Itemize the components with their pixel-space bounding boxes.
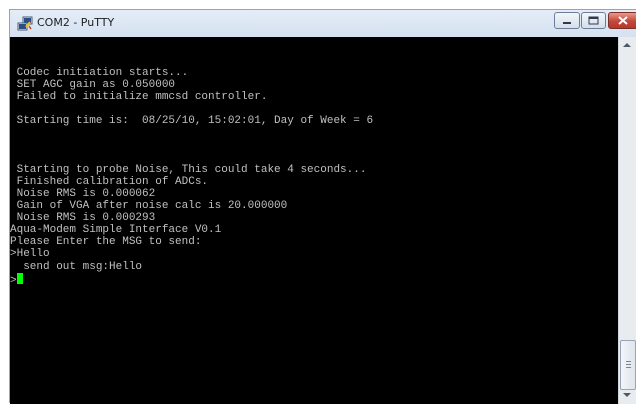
- vertical-scrollbar[interactable]: [618, 37, 636, 404]
- prompt-line[interactable]: >: [10, 272, 373, 287]
- terminal-output: Codec initiation starts... SET AGC gain …: [10, 67, 374, 287]
- terminal-line: Codec initiation starts...: [10, 67, 189, 79]
- terminal-line: SET AGC gain as 0.050000: [10, 79, 176, 92]
- putty-window: COM2 - PuTTY Codec initiation starts... …: [9, 9, 636, 404]
- terminal-screen[interactable]: Codec initiation starts... SET AGC gain …: [10, 37, 618, 404]
- putty-icon[interactable]: [17, 16, 33, 32]
- minimize-icon: [563, 22, 571, 24]
- grip-line: [626, 364, 631, 365]
- maximize-button[interactable]: [581, 12, 606, 29]
- terminal-line: >Hello: [10, 248, 50, 261]
- window-title: COM2 - PuTTY: [37, 16, 115, 29]
- scrollbar-thumb[interactable]: [620, 340, 636, 390]
- maximize-icon: [588, 16, 599, 25]
- minimize-button[interactable]: [554, 12, 580, 29]
- terminal-line: Noise RMS is 0.000293: [10, 212, 156, 225]
- prompt-symbol: >: [10, 274, 17, 287]
- terminal-line: send out msg:Hello: [10, 260, 143, 273]
- terminal-line: Gain of VGA after noise calc is 20.00000…: [10, 200, 288, 213]
- grip-line: [626, 367, 631, 368]
- terminal-line: Starting to probe Noise, This could take…: [10, 163, 367, 176]
- terminal-line: Failed to initialize mmcsd controller.: [10, 91, 268, 104]
- terminal-cursor: [16, 272, 23, 284]
- scroll-up-arrow-icon[interactable]: [623, 43, 631, 47]
- terminal-line: Noise RMS is 0.000062: [10, 187, 156, 200]
- grip-line: [626, 361, 631, 362]
- close-button[interactable]: [608, 12, 636, 29]
- scroll-down-arrow-icon[interactable]: [623, 393, 631, 397]
- title-bar[interactable]: COM2 - PuTTY: [10, 10, 636, 37]
- terminal-line: Aqua-Modem Simple Interface V0.1: [10, 224, 222, 237]
- terminal-line: Finished calibration of ADCs.: [10, 175, 209, 188]
- close-icon: [618, 16, 628, 25]
- terminal-line: Starting time is: 08/25/10, 15:02:01, Da…: [10, 115, 374, 128]
- terminal-line: Please Enter the MSG to send:: [10, 236, 202, 249]
